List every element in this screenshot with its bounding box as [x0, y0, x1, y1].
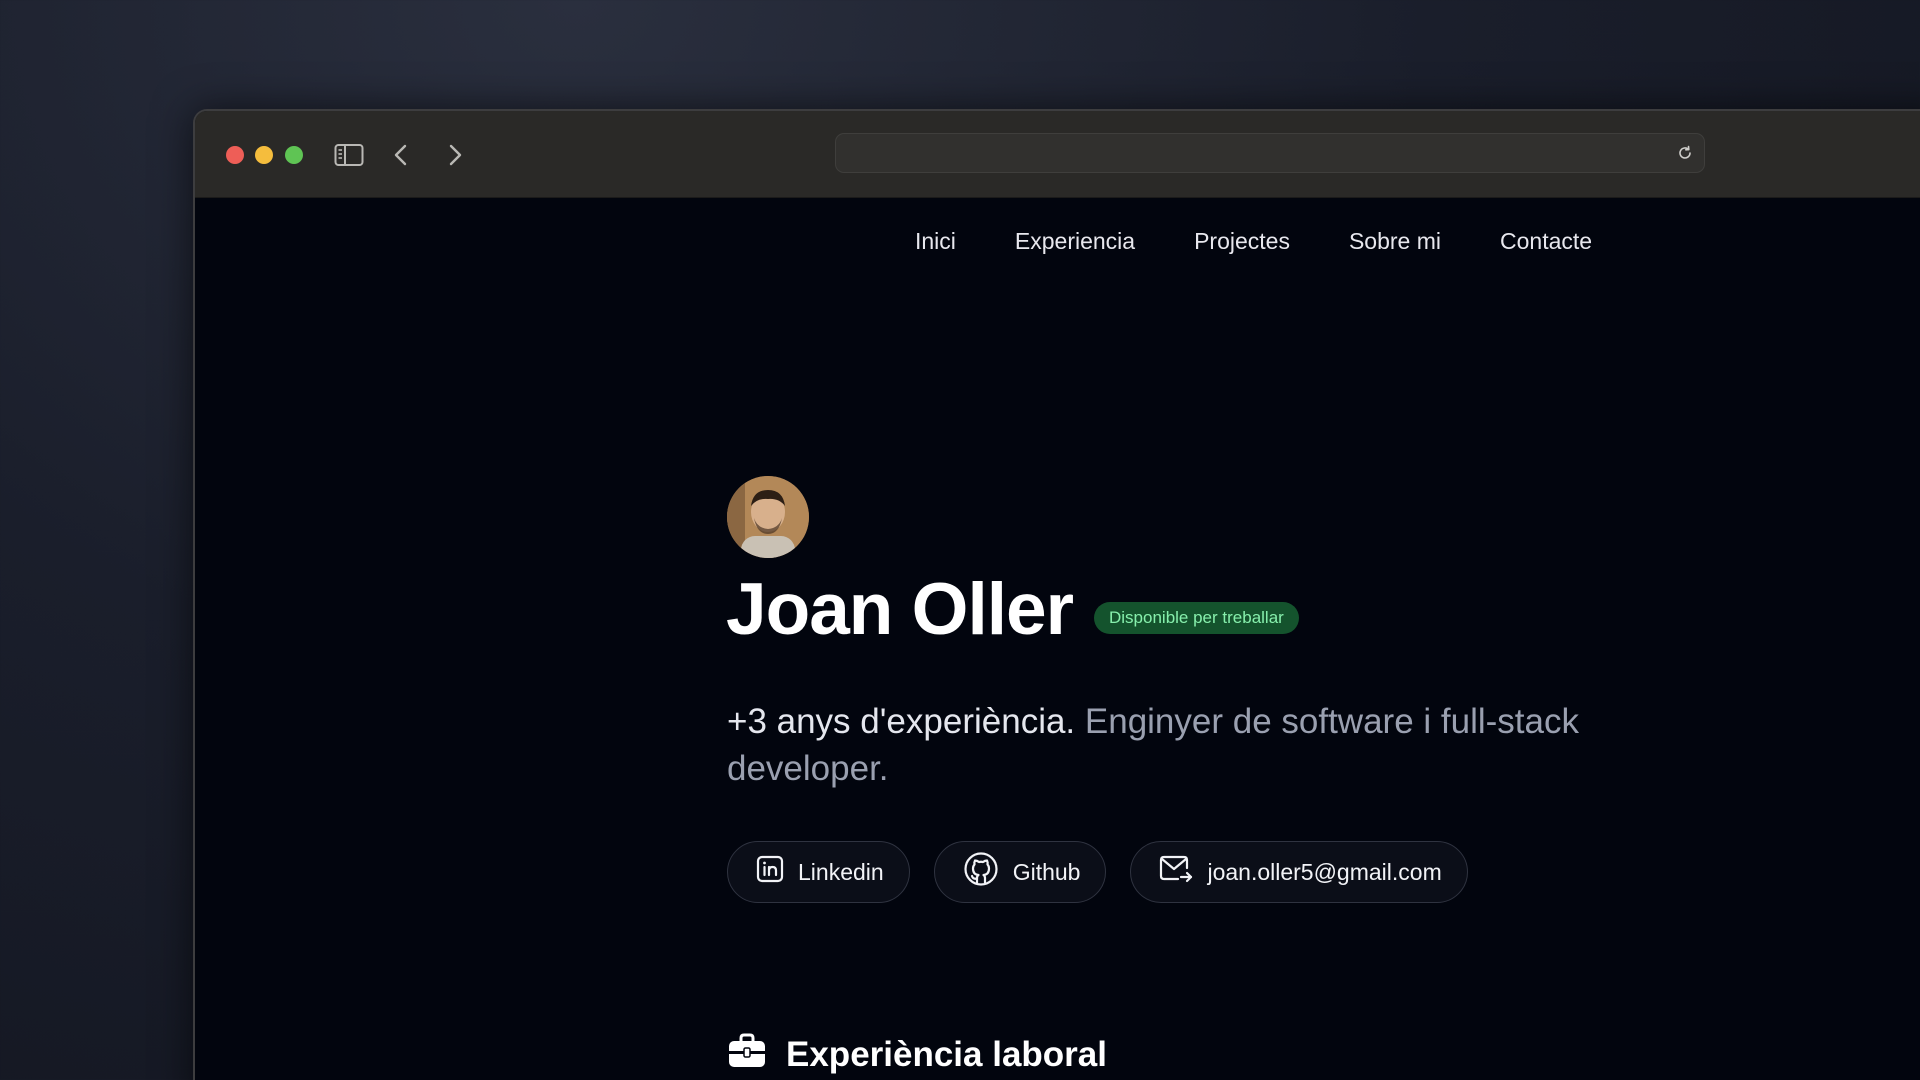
nav-item-sobre-mi[interactable]: Sobre mi	[1349, 228, 1441, 255]
address-bar[interactable]	[835, 133, 1705, 173]
avatar	[727, 476, 809, 558]
reload-icon[interactable]	[1674, 142, 1696, 164]
social-links: Linkedin Github joan.oller5@gmail.com	[727, 841, 1468, 903]
nav-item-contacte[interactable]: Contacte	[1500, 228, 1592, 255]
forward-arrow-icon[interactable]	[439, 139, 471, 171]
top-navigation: Inici Experiencia Projectes Sobre mi Con…	[915, 228, 1592, 255]
tagline: +3 anys d'experiència. Enginyer de softw…	[727, 698, 1687, 792]
experience-section-title: Experiència laboral	[728, 1033, 1107, 1076]
linkedin-icon	[756, 855, 784, 889]
linkedin-label: Linkedin	[798, 858, 884, 885]
minimize-window-button[interactable]	[255, 146, 273, 164]
sidebar-toggle-icon[interactable]	[333, 139, 365, 171]
tagline-strong: +3 anys d'experiència.	[727, 702, 1076, 741]
nav-item-projectes[interactable]: Projectes	[1194, 228, 1290, 255]
browser-window: Inici Experiencia Projectes Sobre mi Con…	[193, 109, 1920, 1080]
github-label: Github	[1012, 858, 1081, 885]
email-button[interactable]: joan.oller5@gmail.com	[1130, 841, 1468, 903]
status-badge: Disponible per treballar	[1094, 602, 1299, 634]
github-icon	[963, 851, 999, 893]
nav-item-inici[interactable]: Inici	[915, 228, 956, 255]
email-label: joan.oller5@gmail.com	[1207, 858, 1442, 885]
mail-icon	[1159, 854, 1193, 890]
github-button[interactable]: Github	[933, 841, 1107, 903]
briefcase-icon	[728, 1033, 766, 1076]
close-window-button[interactable]	[226, 146, 244, 164]
linkedin-button[interactable]: Linkedin	[727, 841, 910, 903]
back-arrow-icon[interactable]	[385, 139, 417, 171]
maximize-window-button[interactable]	[285, 146, 303, 164]
browser-toolbar	[195, 111, 1920, 198]
web-page: Inici Experiencia Projectes Sobre mi Con…	[195, 198, 1920, 1080]
nav-item-experiencia[interactable]: Experiencia	[1015, 228, 1135, 255]
profile-name: Joan Oller	[726, 569, 1074, 650]
experience-title-text: Experiència laboral	[786, 1034, 1107, 1074]
